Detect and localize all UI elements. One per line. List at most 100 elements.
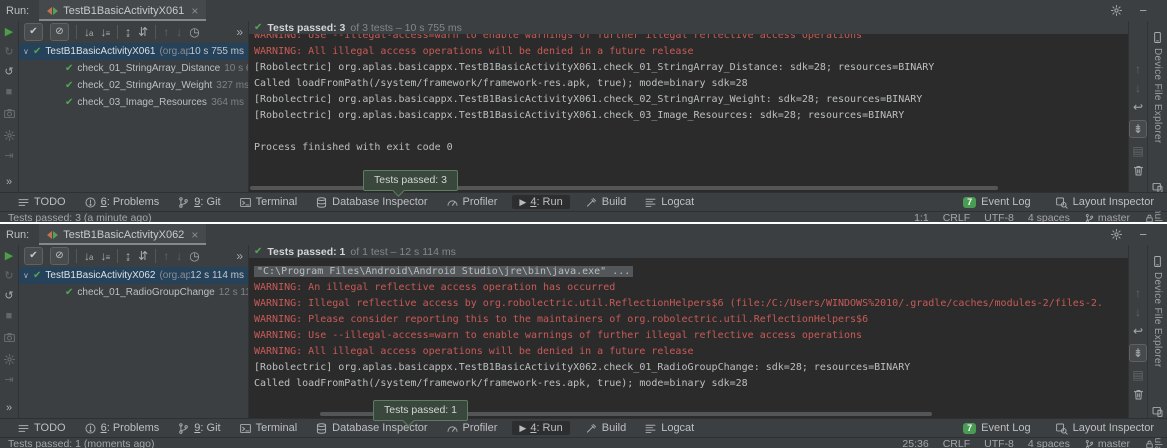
refresh-icon[interactable]: ↺ xyxy=(4,67,13,78)
soft-wrap-icon[interactable]: ↩ xyxy=(1133,101,1143,113)
statusbar-item-run[interactable]: ▶4: Run xyxy=(512,195,569,209)
next-failed-test-icon[interactable]: ↓ xyxy=(176,250,182,262)
statusbar-item-profiler[interactable]: Profiler xyxy=(443,195,501,210)
more-toolbar-icon[interactable]: » xyxy=(236,26,243,38)
sort-by-duration-icon[interactable]: ↓≡ xyxy=(100,250,110,262)
event-log-button[interactable]: 7Event Log xyxy=(960,421,1034,435)
rerun-failed-tests-icon[interactable]: ↻ xyxy=(4,271,13,282)
chevron-down-icon[interactable]: ∨ xyxy=(23,271,33,280)
gear-icon[interactable] xyxy=(1110,4,1123,17)
soft-wrap-icon[interactable]: ↩ xyxy=(1133,325,1143,337)
tab-device-file-explorer[interactable]: Device File Explorer xyxy=(1151,31,1164,143)
console-output[interactable]: WARNING: Use --illegal-access=warn to en… xyxy=(249,28,1128,192)
statusbar-item-problems[interactable]: 6: Problems xyxy=(81,195,163,210)
caret-position[interactable]: 25:36 xyxy=(902,438,928,448)
test-history-icon[interactable]: ◷ xyxy=(189,250,199,262)
encoding-indicator[interactable]: UTF-8 xyxy=(984,438,1014,448)
refresh-icon[interactable]: ↺ xyxy=(4,291,13,302)
statusbar-item-terminal[interactable]: Terminal xyxy=(236,195,301,210)
scroll-to-end-toggle[interactable]: ⇟ xyxy=(1129,120,1147,138)
rerun-button[interactable]: ▶ xyxy=(5,251,13,262)
sort-alphabetically-icon[interactable]: ↓a xyxy=(84,26,93,38)
line-ending-indicator[interactable]: CRLF xyxy=(943,212,970,222)
statusbar-item-terminal[interactable]: Terminal xyxy=(236,421,301,436)
import-test-results-icon[interactable]: ⇥ xyxy=(4,151,13,162)
screenshot-camera-icon[interactable] xyxy=(3,107,16,120)
test-tree-row[interactable]: ∨ ✔ TestB1BasicActivityX062 (org.aplas.t… xyxy=(19,267,248,284)
close-icon[interactable]: × xyxy=(191,4,198,18)
test-history-icon[interactable]: ◷ xyxy=(189,26,199,38)
encoding-indicator[interactable]: UTF-8 xyxy=(984,212,1014,222)
more-toolbar-icon[interactable]: » xyxy=(6,403,12,414)
show-passed-toggle[interactable]: ✔ xyxy=(24,247,43,265)
git-branch-indicator[interactable]: master xyxy=(1084,438,1130,448)
show-ignored-toggle[interactable]: ⊘ xyxy=(50,23,69,41)
event-log-button[interactable]: 7Event Log xyxy=(960,195,1034,209)
gear-icon[interactable] xyxy=(1110,228,1123,241)
clear-all-trash-icon[interactable] xyxy=(1132,164,1145,177)
test-tree-row[interactable]: ∨ ✔ check_02_StringArray_Weight 327 ms xyxy=(19,77,248,94)
expand-all-icon[interactable]: ↨ xyxy=(125,26,131,38)
test-settings-gear-icon[interactable] xyxy=(3,353,16,366)
layout-inspector-button[interactable]: Layout Inspector xyxy=(1052,421,1157,436)
rerun-failed-tests-icon[interactable]: ↻ xyxy=(4,47,13,58)
screenshot-camera-icon[interactable] xyxy=(3,331,16,344)
hide-window-icon[interactable]: − xyxy=(1139,4,1147,17)
import-test-results-icon[interactable]: ⇥ xyxy=(4,375,13,386)
show-ignored-toggle[interactable]: ⊘ xyxy=(50,247,69,265)
caret-position[interactable]: 1:1 xyxy=(914,212,929,222)
scroll-to-end-toggle[interactable]: ⇟ xyxy=(1129,344,1147,362)
hide-window-icon[interactable]: − xyxy=(1139,228,1147,241)
line-ending-indicator[interactable]: CRLF xyxy=(943,438,970,448)
stop-icon[interactable]: ■ xyxy=(6,87,13,98)
statusbar-item-logcat[interactable]: Logcat xyxy=(641,421,697,436)
statusbar-item-database-inspector[interactable]: Database Inspector xyxy=(312,421,430,436)
rerun-button[interactable]: ▶ xyxy=(5,27,13,38)
statusbar-item-todo[interactable]: TODO xyxy=(14,195,69,210)
test-tree-row[interactable]: ∨ ✔ check_03_Image_Resources 364 ms xyxy=(19,94,248,111)
previous-failed-test-icon[interactable]: ↑ xyxy=(163,250,169,262)
print-icon[interactable]: ▤ xyxy=(1132,369,1143,381)
statusbar-item-git[interactable]: 9: Git xyxy=(174,195,223,210)
statusbar-item-profiler[interactable]: Profiler xyxy=(443,421,501,436)
git-branch-indicator[interactable]: master xyxy=(1084,212,1130,222)
statusbar-item-build[interactable]: Build xyxy=(582,195,629,210)
expand-all-icon[interactable]: ↨ xyxy=(125,250,131,262)
show-passed-toggle[interactable]: ✔ xyxy=(24,23,43,41)
print-icon[interactable]: ▤ xyxy=(1132,145,1143,157)
more-toolbar-icon[interactable]: » xyxy=(6,177,12,188)
more-toolbar-icon[interactable]: » xyxy=(236,250,243,262)
test-settings-gear-icon[interactable] xyxy=(3,129,16,142)
next-failed-test-icon[interactable]: ↓ xyxy=(176,26,182,38)
clear-all-trash-icon[interactable] xyxy=(1132,388,1145,401)
layout-inspector-button[interactable]: Layout Inspector xyxy=(1052,195,1157,210)
up-stack-trace-icon[interactable]: ↑ xyxy=(1135,287,1141,299)
sort-alphabetically-icon[interactable]: ↓a xyxy=(84,250,93,262)
statusbar-item-problems[interactable]: 6: Problems xyxy=(81,421,163,436)
statusbar-item-database-inspector[interactable]: Database Inspector xyxy=(312,195,430,210)
stop-icon[interactable]: ■ xyxy=(6,311,13,322)
previous-failed-test-icon[interactable]: ↑ xyxy=(163,26,169,38)
collapse-all-icon[interactable]: ⇵ xyxy=(138,26,148,38)
down-stack-trace-icon[interactable]: ↓ xyxy=(1135,306,1141,318)
statusbar-item-run[interactable]: ▶4: Run xyxy=(512,421,569,435)
statusbar-item-git[interactable]: 9: Git xyxy=(174,421,223,436)
test-tree-row[interactable]: ∨ ✔ TestB1BasicActivityX061 (org.aplas.t… xyxy=(19,43,248,60)
sort-by-duration-icon[interactable]: ↓≡ xyxy=(100,26,110,38)
run-tab-x062[interactable]: TestB1BasicActivityX062 × xyxy=(39,224,206,245)
statusbar-item-logcat[interactable]: Logcat xyxy=(641,195,697,210)
close-icon[interactable]: × xyxy=(191,228,198,242)
indent-indicator[interactable]: 4 spaces xyxy=(1028,438,1070,448)
test-tree-row[interactable]: ∨ ✔ check_01_StringArray_Distance 10 s 6… xyxy=(19,60,248,77)
statusbar-item-build[interactable]: Build xyxy=(582,421,629,436)
test-tree-row[interactable]: ∨ ✔ check_01_RadioGroupChange 12 s 114 m… xyxy=(19,284,248,301)
tab-device-file-explorer[interactable]: Device File Explorer xyxy=(1151,255,1164,367)
console-output[interactable]: "C:\Program Files\Android\Android Studio… xyxy=(249,258,1128,418)
up-stack-trace-icon[interactable]: ↑ xyxy=(1135,63,1141,75)
down-stack-trace-icon[interactable]: ↓ xyxy=(1135,82,1141,94)
statusbar-item-todo[interactable]: TODO xyxy=(14,421,69,436)
indent-indicator[interactable]: 4 spaces xyxy=(1028,212,1070,222)
collapse-all-icon[interactable]: ⇵ xyxy=(138,250,148,262)
chevron-down-icon[interactable]: ∨ xyxy=(23,47,33,56)
run-tab-x061[interactable]: TestB1BasicActivityX061 × xyxy=(39,0,206,21)
